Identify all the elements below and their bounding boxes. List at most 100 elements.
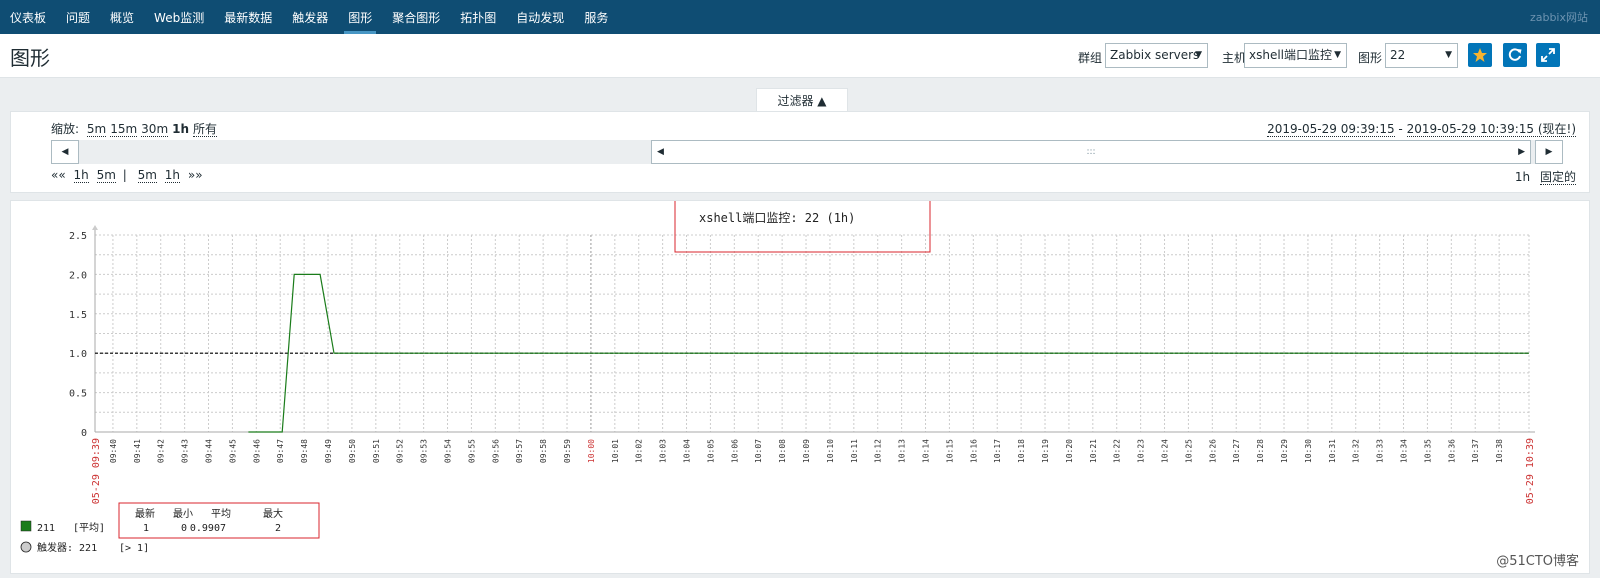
nav-forward-icon[interactable]: »» (188, 168, 203, 182)
refresh-button[interactable] (1503, 43, 1527, 67)
chart-series (95, 273, 1529, 433)
nav-fwd-step[interactable]: 5m (137, 168, 157, 183)
x-tick-label: 09:53 (420, 439, 429, 463)
x-tick-label: 10:33 (1376, 439, 1385, 463)
y-tick-label: 1.5 (69, 310, 87, 321)
y-tick-label: 0 (81, 428, 87, 439)
fullscreen-icon (1541, 48, 1555, 62)
nav-item[interactable]: 拓扑图 (450, 0, 506, 34)
x-tick-label: 10:05 (706, 439, 715, 463)
timeline-selection[interactable]: ◀ ::: ▶ (651, 140, 1531, 164)
x-tick-label: 09:46 (252, 439, 261, 463)
nav-item[interactable]: 服务 (574, 0, 618, 34)
nav-item[interactable]: 仪表板 (0, 0, 56, 34)
x-tick-label: 10:25 (1184, 439, 1193, 463)
period-value: 1h (1514, 170, 1531, 184)
y-axis-arrow (92, 225, 98, 230)
x-tick-label: 10:29 (1280, 439, 1289, 463)
period-controls: 1h 固定的 (1515, 168, 1576, 185)
x-tick-label: 10:26 (1208, 439, 1217, 463)
x-tick-label: 10:01 (611, 439, 620, 463)
filter-tab[interactable]: 过滤器 ▲ (756, 88, 848, 112)
zoom-option[interactable]: 30m (141, 122, 169, 137)
x-tick-label: 10:34 (1400, 439, 1409, 463)
x-tick-label: 10:07 (754, 439, 763, 463)
timeline-scrollbar[interactable]: ◀ ◀ ::: ▶ ▶ (51, 140, 1563, 164)
timeline-navigation: «« 1h 5m | 5m 1h »» (51, 168, 203, 183)
x-tick-label: 09:55 (467, 439, 476, 463)
nav-fwd-step[interactable]: 1h (164, 168, 181, 183)
nav-back-icon[interactable]: «« (51, 168, 66, 182)
legend-header: 最大 (263, 507, 283, 520)
x-tick-label: 10:04 (683, 439, 692, 463)
legend-trigger-condition: [> 1] (119, 543, 149, 554)
x-tick-label: 10:16 (969, 439, 978, 463)
x-tick-label: 09:52 (396, 439, 405, 463)
nav-item[interactable]: 触发器 (282, 0, 338, 34)
x-tick-label: 10:19 (1041, 439, 1050, 463)
page-title: 图形 (10, 46, 50, 70)
nav-item[interactable]: Web监测 (144, 0, 214, 34)
x-tick-label: 09:50 (348, 439, 357, 463)
favorite-button[interactable] (1468, 43, 1492, 67)
nav-back-step[interactable]: 1h (73, 168, 89, 183)
x-tick-label: 09:59 (563, 439, 572, 463)
legend-value: 2 (275, 523, 281, 534)
nav-item[interactable]: 概览 (100, 0, 144, 34)
zoom-option[interactable]: 所有 (193, 122, 218, 137)
nav-item[interactable]: 图形 (338, 0, 382, 34)
nav-item[interactable]: 问题 (56, 0, 100, 34)
timeline-left-button[interactable]: ◀ (51, 140, 79, 164)
caret-right-icon: ▶ (1518, 147, 1525, 157)
legend-value: 0 (181, 523, 187, 534)
x-tick-label: 10:13 (898, 439, 907, 463)
x-tick-label: 09:44 (205, 439, 214, 463)
x-tick-label: 09:48 (300, 439, 309, 463)
x-tick-label: 10:23 (1137, 439, 1146, 463)
zoom-option[interactable]: 15m (110, 122, 138, 137)
chart-axes (92, 225, 1535, 433)
x-tick-label: 10:15 (945, 439, 954, 463)
x-tick-label: 10:31 (1328, 439, 1337, 463)
fixed-toggle[interactable]: 固定的 (1539, 170, 1576, 185)
zoom-option[interactable]: 5m (86, 122, 107, 137)
line-chart: 09:40 09:41 09:42 09:43 09:44 09:45 09:46 09:47… (20, 192, 1536, 554)
zoom-option[interactable]: 1h (172, 122, 189, 136)
group-select-value: Zabbix servers (1110, 48, 1200, 62)
chart-grid (95, 234, 1530, 433)
nav-items: 仪表板 问题 概览 Web监测 最新数据 触发器 图形 聚合图形 拓扑图 自动发现 服务 (0, 0, 618, 34)
x-tick-label: 10:02 (635, 439, 644, 463)
x-tick-label: 09:56 (491, 439, 500, 463)
legend-value: 1 (143, 523, 149, 534)
timeline-right-button[interactable]: ▶ (1535, 140, 1563, 164)
x-tick-label: 09:40 (109, 439, 118, 463)
group-select[interactable]: Zabbix servers ▼ (1105, 43, 1208, 68)
chevron-down-icon: ▼ (1195, 50, 1202, 60)
fullscreen-button[interactable] (1536, 43, 1560, 67)
x-tick-label: 09:47 (276, 439, 285, 463)
nav-item[interactable]: 最新数据 (214, 0, 282, 34)
host-select[interactable]: xshell端口监控 ▼ (1244, 43, 1347, 68)
range-from[interactable]: 2019-05-29 09:39:15 (1267, 122, 1395, 137)
x-tick-label: 10:09 (802, 439, 811, 463)
x-tick-label: 10:03 (659, 439, 668, 463)
legend-header: 最小 (173, 508, 193, 520)
range-to[interactable]: 2019-05-29 10:39:15 (现在!) (1406, 122, 1576, 137)
series-swatch (20, 520, 32, 532)
filter-panel: 缩放: 5m 15m 30m 1h 所有 2019-05-29 09:39:15 - 2… (10, 111, 1590, 193)
legend-header: 平均 (211, 508, 231, 520)
x-tick-label: 10:38 (1495, 439, 1504, 463)
nav-item[interactable]: 自动发现 (506, 0, 574, 34)
x-tick-label: 09:49 (324, 439, 333, 463)
nav-separator: | (122, 168, 127, 182)
x-tick-label: 09:54 (444, 439, 453, 463)
nav-item[interactable]: 聚合图形 (382, 0, 450, 34)
graph-select[interactable]: 22 ▼ (1385, 43, 1458, 68)
x-tick-label: 10:22 (1113, 439, 1122, 463)
x-tick-label: 10:35 (1423, 439, 1432, 463)
legend-trigger-label: 触发器: 221 (37, 541, 97, 554)
title-highlight (674, 192, 931, 253)
nav-back-step[interactable]: 5m (96, 168, 116, 183)
x-tick-label: 09:43 (181, 439, 190, 463)
caret-left-icon: ◀ (61, 147, 69, 157)
